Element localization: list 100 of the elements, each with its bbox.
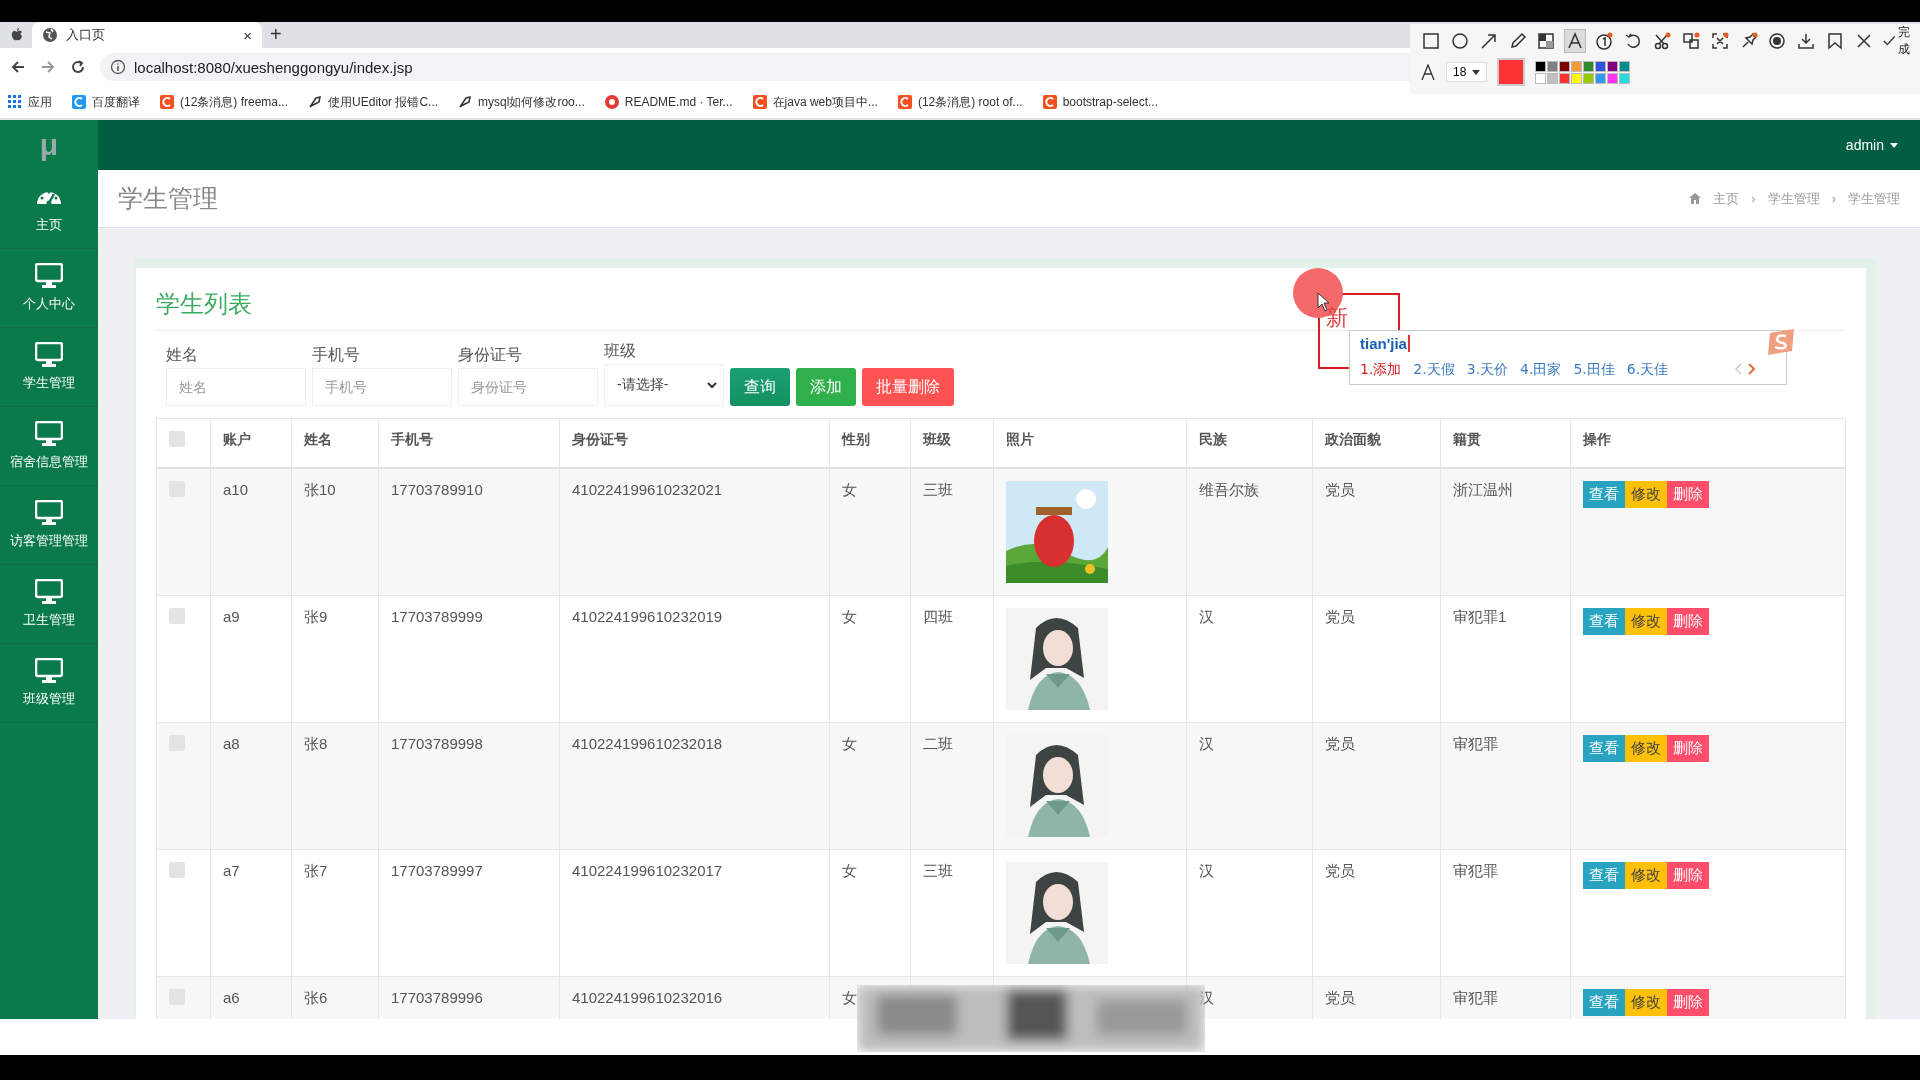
- color-swatch[interactable]: [1547, 72, 1559, 84]
- monitor-icon: [35, 342, 63, 368]
- text-tool-tool[interactable]: [1564, 29, 1587, 53]
- apple-icon[interactable]: [10, 28, 24, 42]
- table-cell: 维吾尔族: [1186, 468, 1313, 596]
- bookmark-link[interactable]: 百度翻译: [92, 93, 140, 111]
- bookmark-link[interactable]: 在java web项目中...: [772, 93, 878, 111]
- color-swatch[interactable]: [1559, 60, 1571, 72]
- color-swatch[interactable]: [1535, 60, 1547, 72]
- monitor-icon: [35, 579, 63, 605]
- delete-button[interactable]: 删除: [1667, 989, 1709, 1016]
- class-dropdown[interactable]: -请选择-: [604, 364, 724, 406]
- color-swatch[interactable]: [1607, 72, 1619, 84]
- table-cell: 女: [829, 595, 911, 723]
- color-swatch[interactable]: [1559, 72, 1571, 84]
- field-label: 手机号: [312, 345, 361, 365]
- delete-button[interactable]: 删除: [1667, 735, 1709, 762]
- font-size-icon: [1420, 64, 1436, 80]
- table-cell: 女: [829, 722, 911, 850]
- color-swatch[interactable]: [1595, 72, 1607, 84]
- sidebar-item[interactable]: 宿舍信息管理: [0, 407, 98, 486]
- new-tab-button[interactable]: +: [270, 23, 282, 46]
- search-button[interactable]: 查询: [730, 368, 790, 406]
- breadcrumb-link[interactable]: 学生管理: [1767, 189, 1820, 208]
- font-size-dropdown[interactable]: 18: [1446, 62, 1488, 82]
- sidebar-item[interactable]: 卫生管理: [0, 565, 98, 644]
- sidebar-item[interactable]: 班级管理: [0, 644, 98, 723]
- back-icon[interactable]: [10, 59, 26, 75]
- page-title: 学生管理: [118, 183, 218, 214]
- current-color-swatch[interactable]: [1497, 58, 1526, 86]
- color-swatch[interactable]: [1571, 72, 1583, 84]
- edit-button[interactable]: 修改: [1625, 481, 1667, 508]
- table-cell: 17703789998: [378, 722, 560, 850]
- bookmark-link[interactable]: 使用UEditor 报错C...: [328, 93, 439, 111]
- view-button[interactable]: 查看: [1583, 481, 1625, 508]
- breadcrumb-link[interactable]: 主页: [1713, 189, 1740, 208]
- bookmark-link[interactable]: (12条消息) root of...: [917, 93, 1023, 111]
- table-cell: 审犯罪1: [1440, 595, 1571, 723]
- view-button[interactable]: 查看: [1583, 735, 1625, 762]
- table-cell: 二班: [910, 722, 994, 850]
- delete-button[interactable]: 删除: [1667, 862, 1709, 889]
- breadcrumb-link[interactable]: 学生管理: [1848, 189, 1900, 208]
- table-cell: 四班: [910, 595, 994, 723]
- color-swatch[interactable]: [1547, 60, 1559, 72]
- table-cell: 审犯罪: [1440, 849, 1571, 977]
- ime-candidate[interactable]: 4.田家: [1520, 361, 1562, 379]
- edit-button[interactable]: 修改: [1625, 862, 1667, 889]
- sidebar-item[interactable]: 访客管理管理: [0, 486, 98, 565]
- view-button[interactable]: 查看: [1583, 608, 1625, 635]
- sidebar-item[interactable]: 学生管理: [0, 328, 98, 407]
- bookmark-link[interactable]: README.md · Ter...: [624, 95, 733, 109]
- color-swatch[interactable]: [1607, 60, 1619, 72]
- checkbox[interactable]: [169, 608, 185, 624]
- url-text: localhost:8080/xueshenggongyu/index.jsp: [134, 58, 413, 76]
- bookmark-link[interactable]: bootstrap-select...: [1062, 95, 1158, 109]
- add-button[interactable]: 添加: [796, 368, 856, 406]
- checkbox[interactable]: [169, 862, 185, 878]
- table-cell: 张7: [291, 849, 379, 977]
- caret-icon: [1472, 69, 1481, 75]
- delete-button[interactable]: 删除: [1667, 481, 1709, 508]
- bookmark-link[interactable]: (12条消息) freema...: [180, 93, 289, 111]
- close-tab-button[interactable]: ×: [243, 26, 252, 44]
- table-cell: 汉: [1186, 849, 1313, 977]
- user-menu[interactable]: admin: [1845, 137, 1898, 153]
- monitor-icon: [35, 500, 63, 526]
- home-icon: [1689, 193, 1702, 204]
- edit-button[interactable]: 修改: [1625, 735, 1667, 762]
- edit-button[interactable]: 修改: [1625, 989, 1667, 1016]
- sidebar-label: 班级管理: [23, 690, 75, 708]
- input-field[interactable]: 身份证号: [458, 368, 598, 406]
- batch-delete-button[interactable]: 批量删除: [862, 368, 954, 406]
- edit-button[interactable]: 修改: [1625, 608, 1667, 635]
- ime-candidate[interactable]: 2.天假: [1413, 361, 1455, 379]
- breadcrumb-separator: ›: [1751, 191, 1756, 206]
- bookmark-link[interactable]: mysql如何修改roo...: [478, 93, 585, 111]
- color-swatch[interactable]: [1571, 60, 1583, 72]
- view-button[interactable]: 查看: [1583, 989, 1625, 1016]
- bookmark-link[interactable]: 应用: [28, 93, 52, 111]
- color-swatch[interactable]: [1535, 72, 1547, 84]
- checkbox[interactable]: [169, 431, 185, 447]
- table-cell: 党员: [1312, 595, 1441, 723]
- table-cell: 女: [829, 468, 911, 596]
- input-field[interactable]: 手机号: [312, 368, 452, 406]
- ime-candidate[interactable]: 1.添加: [1360, 361, 1402, 379]
- delete-button[interactable]: 删除: [1667, 608, 1709, 635]
- ime-candidate[interactable]: 5.田佳: [1573, 361, 1615, 379]
- color-swatch[interactable]: [1619, 60, 1631, 72]
- browser-tab[interactable]: 入口页 ×: [32, 22, 262, 48]
- info-icon: [110, 59, 126, 75]
- color-swatch[interactable]: [1583, 72, 1595, 84]
- sidebar-item[interactable]: 个人中心: [0, 249, 98, 328]
- ime-candidate[interactable]: 3.天价: [1466, 361, 1509, 379]
- color-swatch[interactable]: [1595, 60, 1607, 72]
- view-button[interactable]: 查看: [1583, 862, 1625, 889]
- reload-icon[interactable]: [70, 59, 86, 75]
- input-field[interactable]: 姓名: [166, 368, 306, 406]
- color-swatch[interactable]: [1619, 72, 1631, 84]
- forward-icon[interactable]: [40, 59, 56, 75]
- ime-candidate[interactable]: 6.天佳: [1626, 361, 1669, 379]
- color-swatch[interactable]: [1583, 60, 1595, 72]
